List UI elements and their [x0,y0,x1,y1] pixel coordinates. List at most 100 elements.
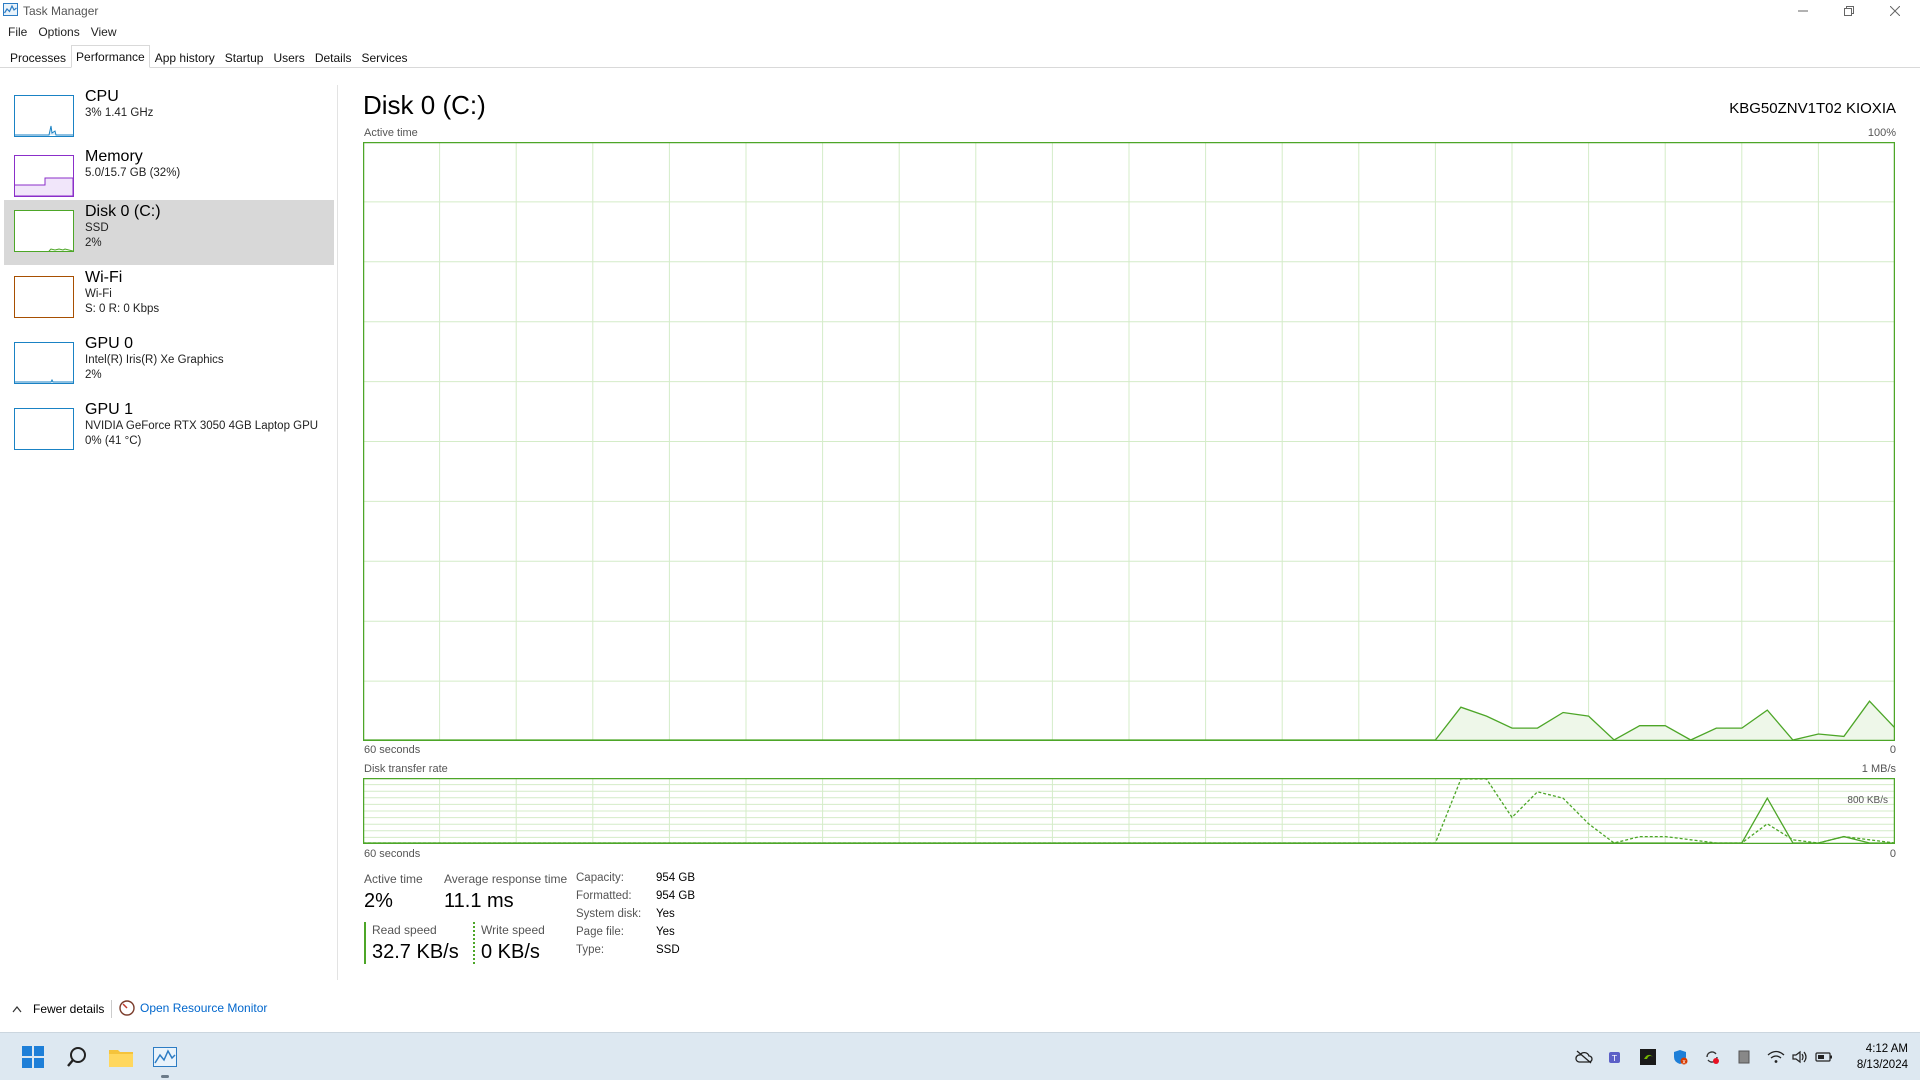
sidebar-item-cpu[interactable]: CPU 3% 1.41 GHz [4,85,334,150]
teams-tray-button[interactable]: T [1606,1047,1626,1067]
minimize-button[interactable] [1780,0,1825,22]
sidebar-item-name: Memory [85,148,143,165]
read-speed-indicator [364,922,366,964]
capacity-label: Capacity: [576,872,624,884]
tray-app-button[interactable] [1734,1047,1754,1067]
fewer-details-button[interactable]: Fewer details [12,1002,104,1016]
task-manager-icon [153,1047,177,1067]
sidebar-item-gpu1[interactable]: GPU 1 NVIDIA GeForce RTX 3050 4GB Laptop… [4,398,334,463]
close-icon [1889,6,1900,16]
tab-users[interactable]: Users [268,46,309,68]
tab-services[interactable]: Services [357,46,413,68]
sync-tray-button[interactable] [1702,1047,1722,1067]
volume-tray-button[interactable] [1790,1047,1810,1067]
transfer-rate-graph-label: Disk transfer rate [364,763,448,775]
active-app-indicator [161,1075,169,1078]
gpu1-thumbnail [14,408,74,450]
close-button[interactable] [1872,0,1917,22]
transfer-rate-min-label: 0 [1889,848,1896,860]
footer-divider [111,1000,112,1018]
battery-icon [1815,1052,1832,1062]
tab-details[interactable]: Details [310,46,357,68]
wifi-icon [1767,1050,1785,1063]
menu-bar: File Options View [0,23,120,43]
sidebar-item-usage: 2% [85,369,102,381]
sidebar-item-name: Disk 0 (C:) [85,203,161,220]
sidebar-item-detail: SSD [85,222,109,234]
tab-performance[interactable]: Performance [71,45,150,68]
search-button[interactable] [62,1033,92,1081]
task-manager-taskbar-button[interactable] [150,1033,180,1081]
memory-mini-graph [15,177,74,197]
menu-view[interactable]: View [83,23,117,43]
svg-text:T: T [1611,1054,1617,1063]
file-explorer-button[interactable] [106,1033,136,1081]
open-resource-monitor-link[interactable]: Open Resource Monitor [119,1000,267,1016]
transfer-rate-graph [363,778,1895,844]
wifi-thumbnail [14,276,74,318]
onedrive-tray-button[interactable] [1574,1047,1594,1067]
sidebar-item-disk[interactable]: Disk 0 (C:) SSD 2% [4,200,334,265]
sidebar-item-usage: 2% [85,237,102,249]
active-time-stat-label: Active time [364,872,423,886]
sidebar-item-detail: NVIDIA GeForce RTX 3050 4GB Laptop GPU [85,420,319,432]
wifi-tray-button[interactable] [1766,1047,1786,1067]
active-time-duration-label: 60 seconds [364,744,421,756]
tab-bar: Processes Performance App history Startu… [0,45,1920,68]
resource-monitor-icon [119,1000,135,1016]
active-time-graph [363,142,1895,741]
sidebar-item-name: Wi-Fi [85,269,123,286]
active-time-stat-value: 2% [364,890,393,912]
disk-type-label: Type: [576,944,605,956]
write-speed-label: Write speed [481,923,545,937]
active-time-graph-label: Active time [364,127,418,139]
active-time-max-label: 100% [1867,127,1896,139]
sidebar-item-gpu0[interactable]: GPU 0 Intel(R) Iris(R) Xe Graphics 2% [4,332,334,397]
security-tray-button[interactable]: x [1670,1047,1690,1067]
sidebar-item-detail: 3% 1.41 GHz [85,107,154,119]
search-icon [67,1047,86,1067]
gpu0-thumbnail [14,342,74,384]
sidebar-item-wifi[interactable]: Wi-Fi Wi-Fi S: 0 R: 0 Kbps [4,266,334,331]
clock-date: 8/13/2024 [1856,1059,1908,1071]
tab-processes[interactable]: Processes [5,46,71,68]
avg-response-stat-value: 11.1 ms [444,890,514,912]
speaker-icon [1792,1050,1807,1064]
menu-file[interactable]: File [0,23,27,43]
start-button[interactable] [18,1033,48,1081]
sidebar-item-detail: Wi-Fi [85,288,112,300]
fewer-details-label: Fewer details [33,1002,105,1016]
clock-time: 4:12 AM [1865,1043,1908,1055]
transfer-rate-max-label: 1 MB/s [1861,763,1896,775]
taskbar: T x 4:12 AM 8/13/2024 [0,1032,1920,1080]
read-speed-value: 32.7 KB/s [372,941,459,963]
page-file-value: Yes [656,926,675,938]
clock-button[interactable]: 4:12 AM 8/13/2024 [1838,1041,1908,1073]
battery-tray-button[interactable] [1814,1047,1834,1067]
transfer-rate-mid-label: 800 KB/s [1847,795,1888,806]
tab-startup[interactable]: Startup [220,46,269,68]
page-file-label: Page file: [576,926,624,938]
disk-thumbnail [14,210,74,252]
cpu-thumbnail [14,95,74,137]
restore-button[interactable] [1826,0,1871,22]
open-resource-monitor-label: Open Resource Monitor [140,1001,268,1015]
menu-options[interactable]: Options [30,23,79,43]
folder-icon [109,1050,133,1067]
svg-text:x: x [1682,1059,1686,1066]
disk-mini-graph [48,248,74,252]
shield-alert-icon: x [1674,1050,1688,1066]
sidebar-item-name: CPU [85,88,119,105]
sidebar-item-name: GPU 0 [85,335,134,352]
sidebar-item-detail: 5.0/15.7 GB (32%) [85,167,181,179]
sidebar-item-usage: 0% (41 °C) [85,435,142,447]
gpu0-mini-graph [15,378,73,383]
nvidia-tray-button[interactable] [1638,1047,1658,1067]
restore-icon [1843,6,1854,16]
active-time-min-label: 0 [1889,744,1896,756]
sidebar-item-usage: S: 0 R: 0 Kbps [85,303,160,315]
app-window-icon [1738,1050,1750,1064]
tab-app-history[interactable]: App history [150,46,220,68]
title-bar: Task Manager [0,0,1920,22]
chevron-up-icon [12,1006,22,1013]
